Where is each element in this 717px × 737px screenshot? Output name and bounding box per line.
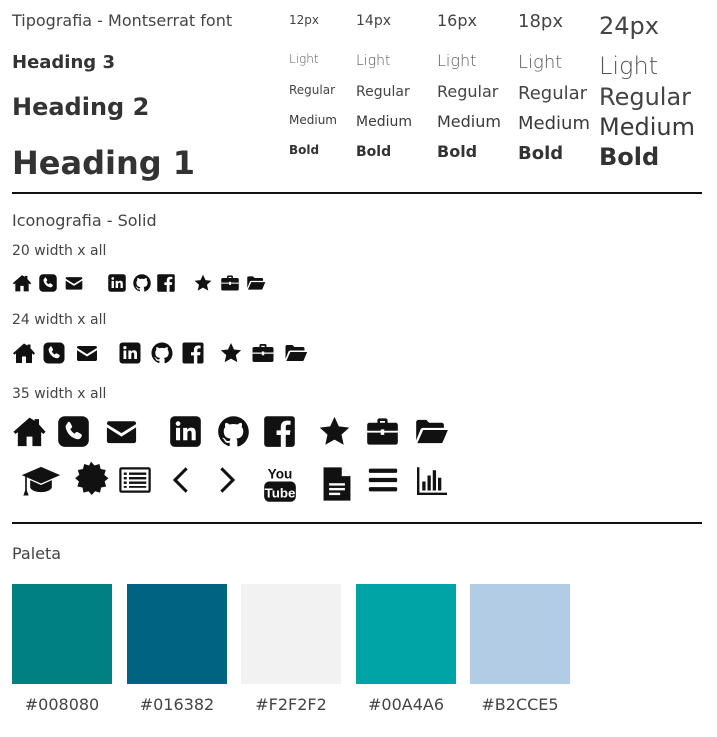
- weight-light-18px: Light: [518, 52, 563, 73]
- size-header-16px: 16px: [437, 11, 477, 30]
- youtube-icon: You Tube: [261, 460, 299, 508]
- chevron-right-icon: [212, 458, 240, 502]
- phone-icon: [42, 341, 66, 365]
- star-icon: [193, 273, 213, 293]
- size-header-18px: 18px: [518, 11, 563, 32]
- github-icon: [150, 341, 174, 365]
- briefcase-icon: [220, 273, 240, 293]
- size-header-12px: 12px: [289, 13, 319, 27]
- heading-2-sample: Heading 2: [12, 93, 150, 121]
- weight-regular-12px: Regular: [289, 83, 336, 97]
- divider-icons: [12, 522, 702, 524]
- swatch-label-pale-blue: #B2CCE5: [481, 695, 559, 714]
- weight-medium-14px: Medium: [356, 114, 412, 130]
- star-icon: [219, 341, 243, 365]
- weight-bold-24px: Bold: [599, 143, 660, 171]
- phone-icon: [38, 273, 58, 293]
- briefcase-icon: [251, 341, 275, 365]
- weight-light-24px: Light: [599, 52, 659, 80]
- folder-open-icon: [414, 414, 449, 449]
- swatch-label-teal: #008080: [24, 695, 100, 714]
- icon-size-label-24: 24 width x all: [12, 312, 107, 328]
- weight-regular-18px: Regular: [518, 83, 588, 104]
- weight-light-16px: Light: [437, 51, 477, 70]
- github-icon: [132, 273, 152, 293]
- swatch-aqua: [356, 584, 456, 684]
- size-header-14px: 14px: [356, 13, 391, 29]
- folder-open-icon: [246, 273, 266, 293]
- home-icon: [12, 414, 47, 449]
- star-icon: [317, 414, 352, 449]
- weight-medium-16px: Medium: [437, 112, 501, 131]
- swatch-teal: [12, 584, 112, 684]
- folder-open-icon: [284, 341, 308, 365]
- graduation-cap-icon: [16, 461, 66, 501]
- weight-light-14px: Light: [356, 53, 391, 69]
- chevron-left-icon: [168, 458, 196, 502]
- list-alt-icon: [116, 462, 154, 498]
- github-icon: [216, 414, 251, 449]
- envelope-icon: [75, 341, 99, 365]
- typography-title: Tipografia - Montserrat font: [12, 11, 233, 30]
- heading-3-sample: Heading 3: [12, 52, 115, 73]
- heading-1-sample: Heading 1: [12, 144, 196, 182]
- weight-medium-12px: Medium: [289, 113, 337, 127]
- icon-size-label-35: 35 width x all: [12, 386, 107, 402]
- facebook-icon: [262, 414, 297, 449]
- bars-icon: [364, 463, 402, 497]
- icons-title: Iconografia - Solid: [12, 211, 157, 230]
- weight-bold-14px: Bold: [356, 144, 392, 160]
- linkedin-icon: [118, 341, 142, 365]
- size-header-24px: 24px: [599, 12, 659, 40]
- briefcase-icon: [365, 414, 400, 449]
- divider-typography: [12, 192, 702, 194]
- swatch-label-aqua: #00A4A6: [367, 695, 444, 714]
- weight-bold-16px: Bold: [437, 142, 478, 161]
- palette-title: Paleta: [12, 544, 62, 563]
- weight-bold-18px: Bold: [518, 143, 564, 164]
- facebook-icon: [156, 273, 176, 293]
- weight-regular-24px: Regular: [599, 83, 692, 111]
- swatch-pale-blue: [470, 584, 570, 684]
- swatch-light-gray: [241, 584, 341, 684]
- bar-chart-icon: [414, 462, 450, 498]
- svg-text:You: You: [268, 467, 293, 482]
- swatch-dark-blue: [127, 584, 227, 684]
- weight-regular-14px: Regular: [356, 84, 410, 100]
- phone-icon: [56, 414, 91, 449]
- linkedin-icon: [168, 414, 203, 449]
- weight-light-12px: Light: [289, 52, 319, 66]
- weight-medium-24px: Medium: [599, 113, 695, 141]
- home-icon: [12, 273, 32, 293]
- swatch-label-dark-blue: #016382: [139, 695, 215, 714]
- svg-text:Tube: Tube: [265, 485, 296, 500]
- envelope-icon: [104, 414, 139, 449]
- linkedin-icon: [107, 273, 127, 293]
- certificate-icon: [71, 460, 111, 498]
- weight-bold-12px: Bold: [289, 143, 320, 157]
- facebook-icon: [181, 341, 205, 365]
- swatch-label-light-gray: #F2F2F2: [255, 695, 327, 714]
- weight-medium-18px: Medium: [518, 113, 590, 134]
- icon-size-label-20: 20 width x all: [12, 243, 107, 259]
- file-text-icon: [318, 462, 356, 506]
- envelope-icon: [64, 273, 84, 293]
- home-icon: [12, 341, 36, 365]
- weight-regular-16px: Regular: [437, 82, 499, 101]
